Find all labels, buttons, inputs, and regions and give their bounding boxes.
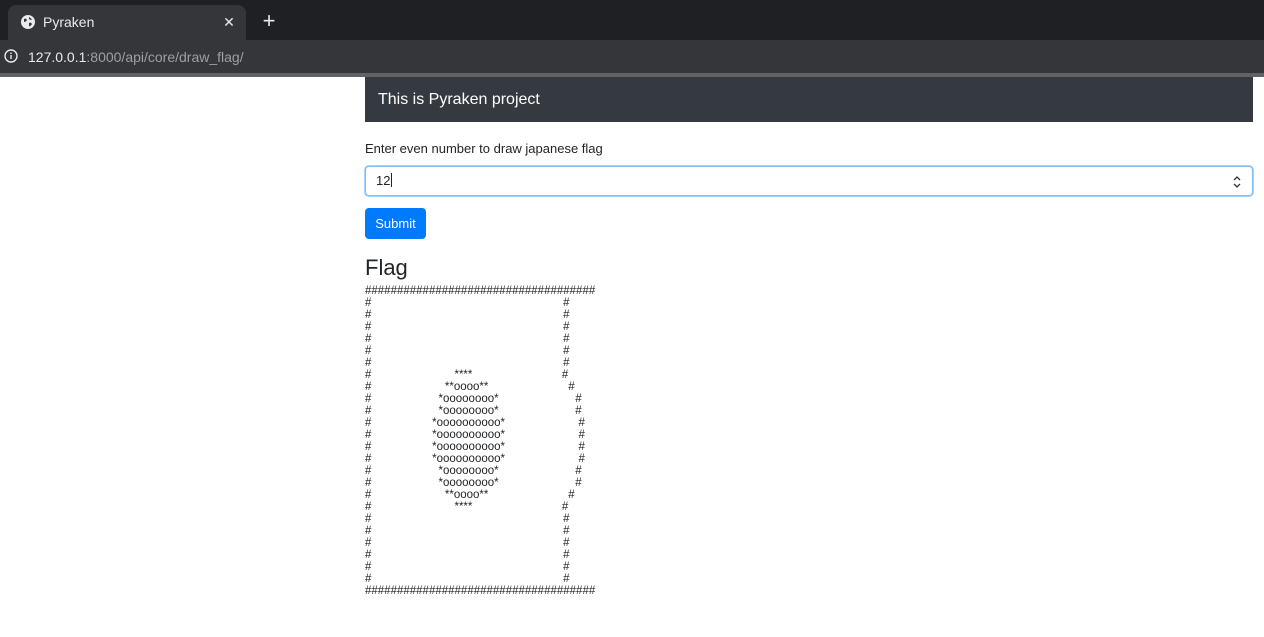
- info-icon[interactable]: [4, 49, 18, 63]
- new-tab-icon[interactable]: +: [258, 10, 280, 32]
- submit-button[interactable]: Submit: [365, 208, 426, 239]
- flag-ascii-art: #################################### # #…: [365, 285, 596, 597]
- url-host: 127.0.0.1: [28, 49, 87, 65]
- globe-icon: [20, 14, 36, 30]
- url-text[interactable]: 127.0.0.1:8000/api/core/draw_flag/: [28, 48, 244, 66]
- number-label: Enter even number to draw japanese flag: [365, 141, 603, 156]
- navbar-title: This is Pyraken project: [378, 91, 540, 108]
- flag-heading: Flag: [365, 255, 408, 280]
- navbar: This is Pyraken project: [365, 77, 1253, 122]
- url-path: :8000/api/core/draw_flag/: [86, 49, 244, 65]
- close-tab-icon[interactable]: ✕: [220, 13, 238, 31]
- number-value-text: 12: [376, 173, 391, 188]
- address-bar[interactable]: 127.0.0.1:8000/api/core/draw_flag/: [0, 40, 1264, 73]
- number-spinner-icon[interactable]: [1232, 175, 1242, 189]
- number-input-value: 12: [376, 173, 393, 189]
- text-caret: [391, 173, 393, 187]
- number-input[interactable]: 12: [365, 166, 1253, 196]
- tab-title: Pyraken: [43, 14, 95, 30]
- page-content: This is Pyraken project Enter even numbe…: [365, 77, 1253, 597]
- browser-tab-bar: Pyraken ✕ +: [0, 0, 1264, 40]
- browser-tab[interactable]: Pyraken ✕: [8, 5, 246, 40]
